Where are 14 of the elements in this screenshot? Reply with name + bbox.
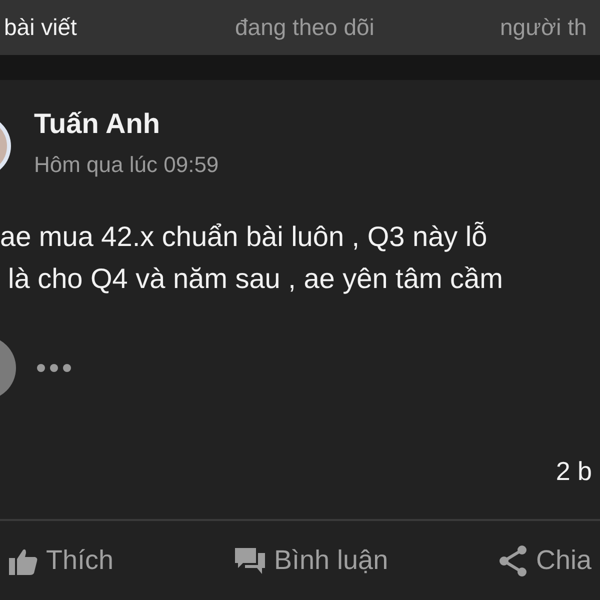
tab[interactable]: người th [500,14,587,41]
post-text-line: ae mua 42.x chuẩn bài luôn , Q3 này lỗ [0,220,488,254]
action-button[interactable]: Thích [8,545,234,576]
action-button[interactable]: Bình luận [234,545,498,576]
author-name[interactable]: Tuấn Anh [34,108,160,140]
tab[interactable]: đang theo dõi [235,14,500,41]
post-text-line: là cho Q4 và năm sau , ae yên tâm cầm [8,262,503,296]
comment-count[interactable]: 2 b [556,456,592,488]
speech-bubbles-icon [234,546,266,576]
post-time: Hôm qua lúc 09:59 [34,152,219,178]
action-button[interactable]: Chia [498,544,592,577]
tab[interactable]: bài viết [0,14,235,41]
share-icon [498,544,528,577]
more-icon[interactable] [36,363,72,374]
